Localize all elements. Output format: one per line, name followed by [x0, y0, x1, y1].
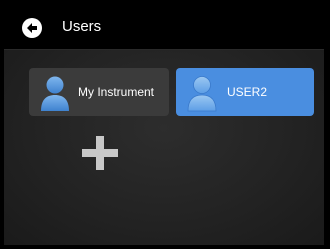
- arrow-left-circle-icon: [22, 18, 42, 38]
- user-tile-user2[interactable]: USER2: [176, 68, 314, 116]
- add-user-button[interactable]: [82, 136, 118, 170]
- users-screen: Users My Instrument USER2: [4, 4, 324, 245]
- user-avatar-icon: [41, 76, 69, 111]
- user-tile-label: USER2: [227, 85, 268, 99]
- users-panel: My Instrument USER2: [4, 50, 324, 245]
- back-button[interactable]: [22, 18, 42, 38]
- user-tile-my-instrument[interactable]: My Instrument: [29, 68, 169, 116]
- page-title: Users: [62, 18, 102, 35]
- user-tile-label: My Instrument: [78, 85, 155, 99]
- user-avatar-icon: [187, 76, 217, 112]
- header-bar: Users: [4, 4, 324, 50]
